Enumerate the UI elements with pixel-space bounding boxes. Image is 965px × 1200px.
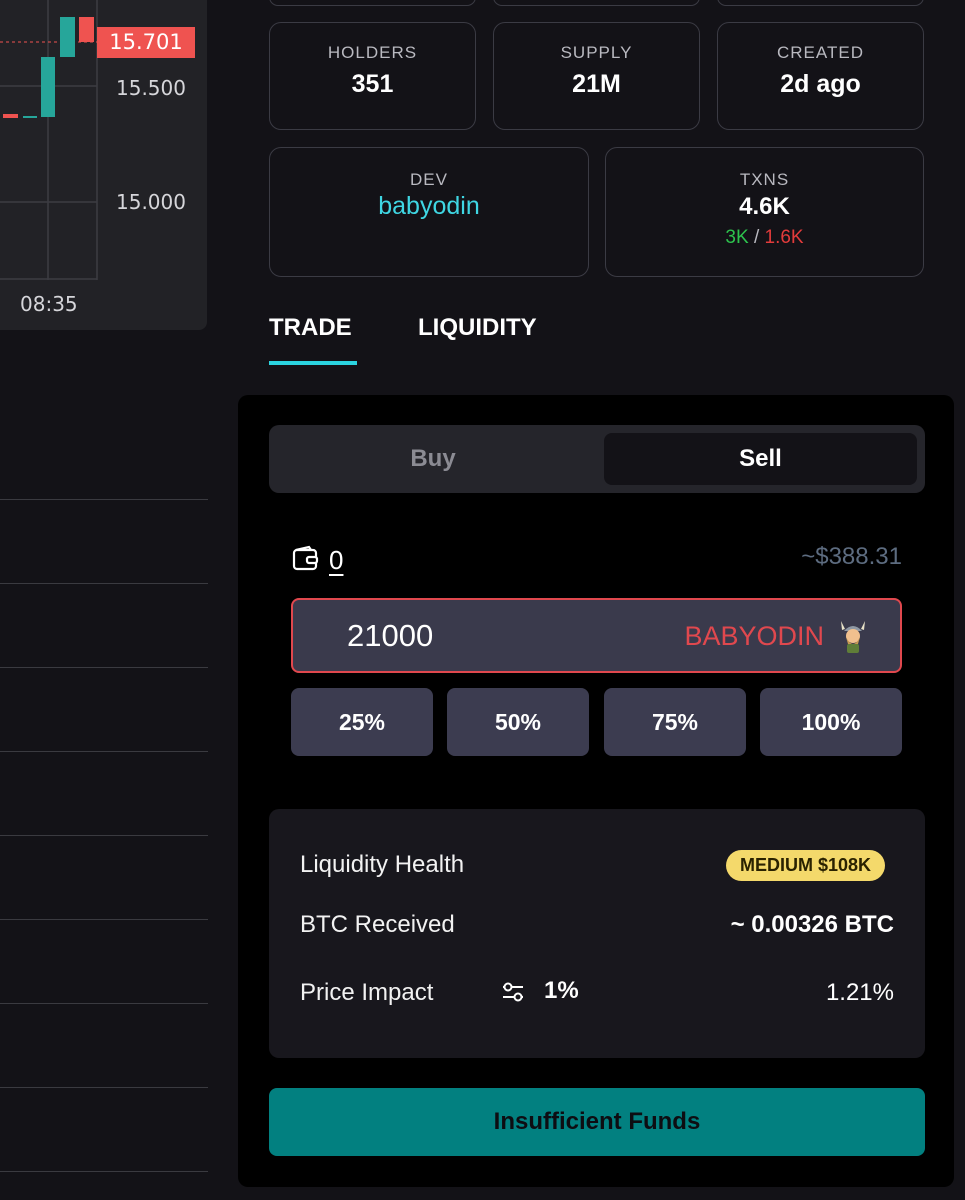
holders-value: 351 — [351, 70, 394, 98]
slippage-value: 1% — [544, 977, 579, 1004]
submit-trade-button[interactable]: Insufficient Funds — [269, 1088, 925, 1156]
dev-link[interactable]: babyodin — [270, 192, 588, 221]
percent-50-button[interactable]: 50% — [447, 688, 589, 756]
token-avatar-icon — [841, 621, 865, 653]
tab-liquidity[interactable]: LIQUIDITY — [418, 314, 537, 342]
tab-trade[interactable]: TRADE — [269, 314, 352, 342]
list-divider — [0, 751, 208, 752]
amount-input[interactable] — [347, 618, 627, 654]
sell-button[interactable]: Sell — [604, 433, 917, 485]
received-value: ~ 0.00326 BTC — [730, 911, 894, 938]
liquidity-health-badge: MEDIUM $108K — [725, 850, 885, 881]
price-impact-value: 1.21% — [825, 979, 894, 1006]
wallet-balance[interactable]: 0 — [329, 545, 343, 576]
supply-label: SUPPLY — [560, 43, 633, 62]
list-divider — [0, 1087, 208, 1088]
txns-buys: 3K — [725, 227, 749, 248]
sliders-icon — [503, 982, 523, 1002]
stat-card-partial — [493, 0, 700, 6]
list-divider — [0, 919, 208, 920]
list-divider — [0, 1171, 208, 1172]
percent-25-button[interactable]: 25% — [291, 688, 433, 756]
txns-sells: 1.6K — [764, 227, 804, 248]
trade-panel — [238, 395, 954, 1187]
holders-label: HOLDERS — [327, 43, 418, 62]
percent-75-button[interactable]: 75% — [604, 688, 746, 756]
candle — [23, 116, 37, 118]
created-card: CREATED 2d ago — [717, 22, 924, 130]
current-price-tag: 15.701 — [97, 27, 195, 58]
price-impact-label: Price Impact — [300, 979, 434, 1006]
supply-value: 21M — [572, 70, 621, 98]
trade-summary: Liquidity Health MEDIUM $108K BTC Receiv… — [269, 809, 925, 1058]
txns-separator: / — [753, 227, 760, 248]
list-divider — [0, 499, 208, 500]
candle — [41, 57, 55, 117]
liquidity-health-label: Liquidity Health — [300, 851, 465, 878]
holders-card: HOLDERS 351 — [269, 22, 476, 130]
received-label: BTC Received — [300, 911, 455, 938]
dev-label: DEV — [410, 170, 448, 189]
list-divider — [0, 1003, 208, 1004]
stat-card-partial — [269, 0, 476, 6]
candle — [60, 17, 75, 57]
price-chart[interactable]: 15.701 15.500 15.000 08:35 — [0, 0, 207, 330]
txns-split: 3K / 1.6K — [606, 227, 923, 249]
active-tab-indicator — [269, 361, 357, 365]
dev-card: DEV babyodin — [269, 147, 589, 277]
stat-card-partial — [717, 0, 924, 6]
trades-list — [0, 330, 208, 1200]
candle — [3, 114, 18, 118]
time-axis-label: 08:35 — [20, 292, 78, 316]
created-label: CREATED — [777, 43, 864, 62]
amount-field[interactable]: BABYODIN — [291, 598, 902, 673]
txns-label: TXNS — [739, 170, 790, 189]
buy-button[interactable]: Buy — [269, 425, 597, 493]
buy-sell-toggle: Buy Sell — [269, 425, 925, 493]
created-value: 2d ago — [780, 70, 861, 98]
usd-value: ~$388.31 — [801, 543, 902, 570]
txns-value: 4.6K — [739, 193, 790, 220]
candle — [79, 17, 94, 42]
list-divider — [0, 667, 208, 668]
wallet-icon — [292, 545, 319, 571]
list-divider — [0, 835, 208, 836]
list-divider — [0, 583, 208, 584]
price-axis-label: 15.000 — [116, 190, 186, 214]
supply-card: SUPPLY 21M — [493, 22, 700, 130]
price-axis-label: 15.500 — [116, 76, 186, 100]
token-symbol: BABYODIN — [684, 621, 824, 651]
txns-card: TXNS 4.6K 3K / 1.6K — [605, 147, 924, 277]
percent-100-button[interactable]: 100% — [760, 688, 902, 756]
